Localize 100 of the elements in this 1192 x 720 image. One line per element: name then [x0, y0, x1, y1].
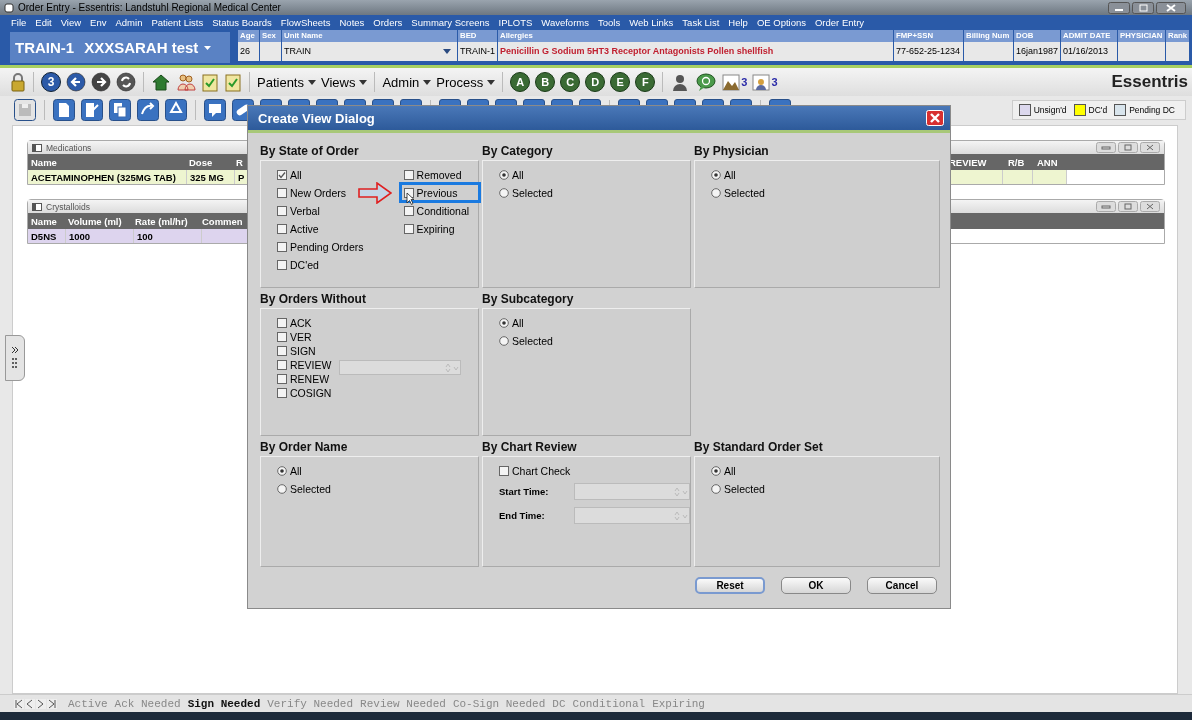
column-header: Name: [30, 155, 58, 170]
radio-label[interactable]: Selected: [512, 186, 553, 199]
column-header: Volume (ml): [67, 214, 123, 229]
menu-item[interactable]: Order Entry: [815, 17, 865, 28]
patient-bed: TRAIN-1: [15, 39, 75, 56]
field-label: Start Time:: [499, 486, 550, 497]
column-header: ANN: [1036, 155, 1059, 170]
menu-item[interactable]: Status Boards: [212, 17, 272, 28]
field-label: End Time:: [499, 510, 546, 521]
checkbox-label[interactable]: Chart Check: [512, 464, 571, 477]
section-title: By Subcategory: [482, 292, 575, 308]
dialog-title: Create View Dialog: [258, 110, 375, 126]
checkbox-label[interactable]: DC'ed: [290, 258, 319, 271]
menu-item[interactable]: Admin: [115, 17, 143, 28]
radio-label[interactable]: All: [724, 464, 736, 477]
unit-dropdown[interactable]: TRAIN: [282, 42, 457, 61]
letter-button[interactable]: B: [535, 72, 556, 92]
section-title: By Order Name: [260, 440, 349, 456]
window-title: Order Entry - Essentris: Landstuhl Regional Medical Center: [18, 2, 282, 13]
dialog-button[interactable]: OK: [781, 577, 851, 594]
tab[interactable]: Sign Needed: [187, 697, 261, 710]
column-header: R: [235, 155, 244, 170]
brand-logo: Essentris: [1111, 72, 1188, 92]
letter-button[interactable]: D: [585, 72, 606, 92]
column-header: R/B: [1007, 155, 1026, 170]
toolbar-menu[interactable]: Admin: [382, 74, 432, 90]
menu-item[interactable]: IPLOTS: [498, 17, 533, 28]
toolbar-menu[interactable]: Process: [436, 74, 496, 90]
checkbox-label[interactable]: Verbal: [290, 204, 320, 217]
column-header: Name: [30, 214, 58, 229]
menu-item[interactable]: Edit: [35, 17, 52, 28]
checkbox-label[interactable]: RENEW: [290, 372, 330, 385]
table-cell: ACETAMINOPHEN (325MG TAB): [28, 170, 187, 184]
dialog-button[interactable]: Cancel: [867, 577, 937, 594]
radio-label[interactable]: Selected: [724, 186, 765, 199]
menu-item[interactable]: OE Options: [756, 17, 806, 28]
radio-label[interactable]: Selected: [724, 482, 765, 495]
menu-item[interactable]: Tools: [598, 17, 621, 28]
menu-item[interactable]: View: [60, 17, 82, 28]
letter-button[interactable]: F: [635, 72, 656, 92]
panel-title: Crystalloids: [46, 201, 90, 212]
patient-name: XXXSARAH test: [84, 39, 199, 56]
radio-label[interactable]: All: [290, 464, 302, 477]
checkbox-label[interactable]: VER: [290, 330, 312, 343]
section-title: By Orders Without: [260, 292, 367, 308]
section-title: By Category: [482, 144, 554, 160]
checkbox-label[interactable]: ACK: [290, 316, 312, 329]
menu-item[interactable]: Web Links: [629, 17, 674, 28]
menu-item[interactable]: Orders: [373, 17, 403, 28]
table-cell: Penicillin G Sodium 5HT3 Receptor Antagonists Pollen shellfish: [498, 42, 893, 61]
menu-item[interactable]: Patient Lists: [151, 17, 204, 28]
checkbox-label[interactable]: SIGN: [290, 344, 316, 357]
count-label: 3: [771, 76, 778, 88]
section-title: By Chart Review: [482, 440, 578, 456]
table-cell: TRAIN-1: [458, 42, 497, 61]
table-cell: D5NS: [28, 229, 66, 243]
checkbox-label[interactable]: New Orders: [290, 186, 346, 199]
menu-item[interactable]: Help: [728, 17, 748, 28]
table-cell: 77-652-25-1234: [894, 42, 963, 61]
table-cell: 325 MG: [187, 170, 235, 184]
letter-button[interactable]: E: [610, 72, 631, 92]
menu-item[interactable]: Waveforms: [541, 17, 589, 28]
radio-label[interactable]: Selected: [512, 334, 553, 347]
count-badge[interactable]: 3: [41, 72, 61, 92]
checkbox-label[interactable]: Previous: [416, 186, 458, 199]
checkbox-label[interactable]: COSIGN: [290, 386, 332, 399]
checkbox-label[interactable]: Active: [290, 222, 319, 235]
column-header: Rate (ml/hr): [134, 214, 189, 229]
menu-item[interactable]: Notes: [339, 17, 365, 28]
legend-label: DC'd: [1088, 105, 1108, 115]
section-title: By State of Order: [260, 144, 360, 160]
toolbar-menu[interactable]: Patients: [257, 74, 316, 90]
letter-button[interactable]: A: [510, 72, 531, 92]
menu-item[interactable]: FlowSheets: [280, 17, 331, 28]
table-cell: 26: [238, 42, 259, 61]
checkbox-label[interactable]: Conditional: [416, 204, 470, 217]
radio-label[interactable]: All: [512, 168, 524, 181]
checkbox-label[interactable]: Pending Orders: [290, 240, 364, 253]
letter-button[interactable]: C: [560, 72, 581, 92]
legend-label: Pending DC: [1129, 105, 1175, 115]
checkbox-label[interactable]: REVIEW: [290, 358, 332, 371]
menu-item[interactable]: Task List: [682, 17, 720, 28]
checkbox-label[interactable]: All: [290, 168, 302, 181]
menu-item[interactable]: Summary Screens: [411, 17, 490, 28]
checkbox-label[interactable]: Expiring: [416, 222, 455, 235]
legend-label: Unsign'd: [1033, 105, 1067, 115]
radio-label[interactable]: Selected: [290, 482, 331, 495]
section-title: By Standard Order Set: [694, 440, 824, 456]
radio-label[interactable]: All: [512, 316, 524, 329]
dialog-button[interactable]: Reset: [695, 577, 765, 594]
section-title: By Physician: [694, 144, 770, 160]
radio-label[interactable]: All: [724, 168, 736, 181]
table-cell: 100: [134, 229, 202, 243]
patient-selector[interactable]: TRAIN-1 XXXSARAH test: [10, 32, 230, 63]
table-cell: 1000: [66, 229, 134, 243]
toolbar-menu[interactable]: Views: [321, 74, 368, 90]
checkbox-label[interactable]: Removed: [416, 168, 462, 181]
column-header: Commen: [201, 214, 244, 229]
menu-item[interactable]: Env: [90, 17, 107, 28]
menu-item[interactable]: File: [11, 17, 27, 28]
